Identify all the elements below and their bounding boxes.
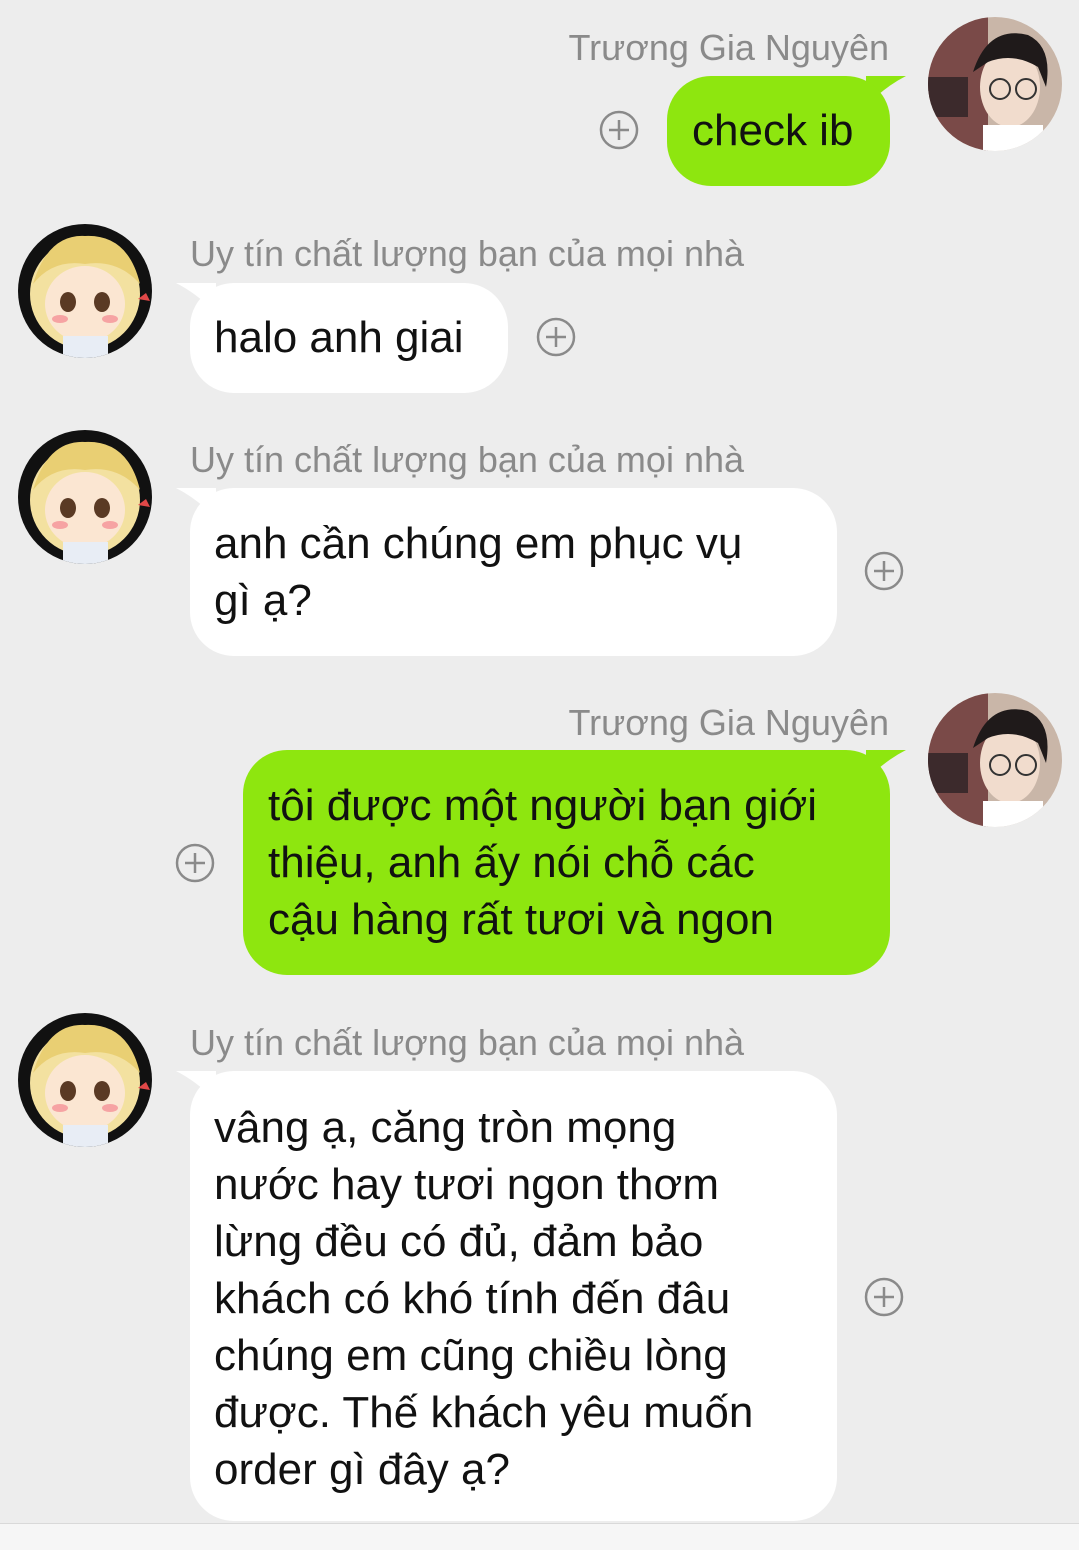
message-text-line: khách có khó tính đến đâu — [214, 1274, 731, 1323]
add-reaction-button[interactable] — [864, 551, 904, 591]
message-text-line: cậu hàng rất tươi và ngon — [268, 895, 774, 944]
message-text-line: vâng ạ, căng tròn mọng — [214, 1103, 677, 1152]
message-text-line: thiệu, anh ấy nói chỗ các — [268, 838, 755, 887]
sender-name: Trương Gia Nguyên — [568, 702, 889, 743]
message-text-line: chúng em cũng chiều lòng — [214, 1331, 728, 1380]
chibi-avatar-icon — [18, 1013, 152, 1147]
message-text-line: order gì đây ạ? — [214, 1445, 510, 1494]
message-text-line: anh cần chúng em phục vụ — [214, 519, 743, 568]
sender-name: Trương Gia Nguyên — [568, 27, 889, 68]
avatar[interactable] — [18, 1013, 152, 1147]
input-bar-edge — [0, 1523, 1079, 1550]
add-reaction-button[interactable] — [864, 1277, 904, 1317]
plus-circle-icon — [864, 1277, 904, 1317]
avatar[interactable] — [18, 430, 152, 564]
plus-circle-icon — [175, 843, 215, 883]
message-text-line: nước hay tươi ngon thơm — [214, 1160, 720, 1209]
message-text: halo anh giai — [214, 313, 464, 362]
add-reaction-button[interactable] — [536, 317, 576, 357]
message-bubble[interactable]: tôi được một người bạn giới thiệu, anh ấ… — [243, 750, 890, 975]
sender-name: Uy tín chất lượng bạn của mọi nhà — [190, 1022, 745, 1063]
plus-circle-icon — [536, 317, 576, 357]
message-text: check ib — [692, 106, 854, 155]
add-reaction-button[interactable] — [599, 110, 639, 150]
chibi-avatar-icon — [18, 224, 152, 358]
message-bubble[interactable]: anh cần chúng em phục vụ gì ạ? — [190, 488, 837, 656]
message-text-line: được. Thế khách yêu muốn — [214, 1388, 754, 1437]
plus-circle-icon — [864, 551, 904, 591]
message-text-line: lừng đều có đủ, đảm bảo — [214, 1217, 704, 1266]
man-glasses-avatar-icon — [928, 693, 1062, 827]
message-bubble[interactable]: check ib — [667, 76, 890, 186]
message-bubble[interactable]: halo anh giai — [190, 283, 508, 393]
sender-name: Uy tín chất lượng bạn của mọi nhà — [190, 233, 745, 274]
message-bubble[interactable]: vâng ạ, căng tròn mọng nước hay tươi ngo… — [190, 1071, 837, 1521]
message-text-line: tôi được một người bạn giới — [268, 781, 818, 830]
avatar[interactable] — [928, 17, 1062, 151]
chibi-avatar-icon — [18, 430, 152, 564]
man-glasses-avatar-icon — [928, 17, 1062, 151]
plus-circle-icon — [599, 110, 639, 150]
add-reaction-button[interactable] — [175, 843, 215, 883]
sender-name: Uy tín chất lượng bạn của mọi nhà — [190, 439, 745, 480]
avatar[interactable] — [18, 224, 152, 358]
message-text-line: gì ạ? — [214, 576, 312, 625]
avatar[interactable] — [928, 693, 1062, 827]
